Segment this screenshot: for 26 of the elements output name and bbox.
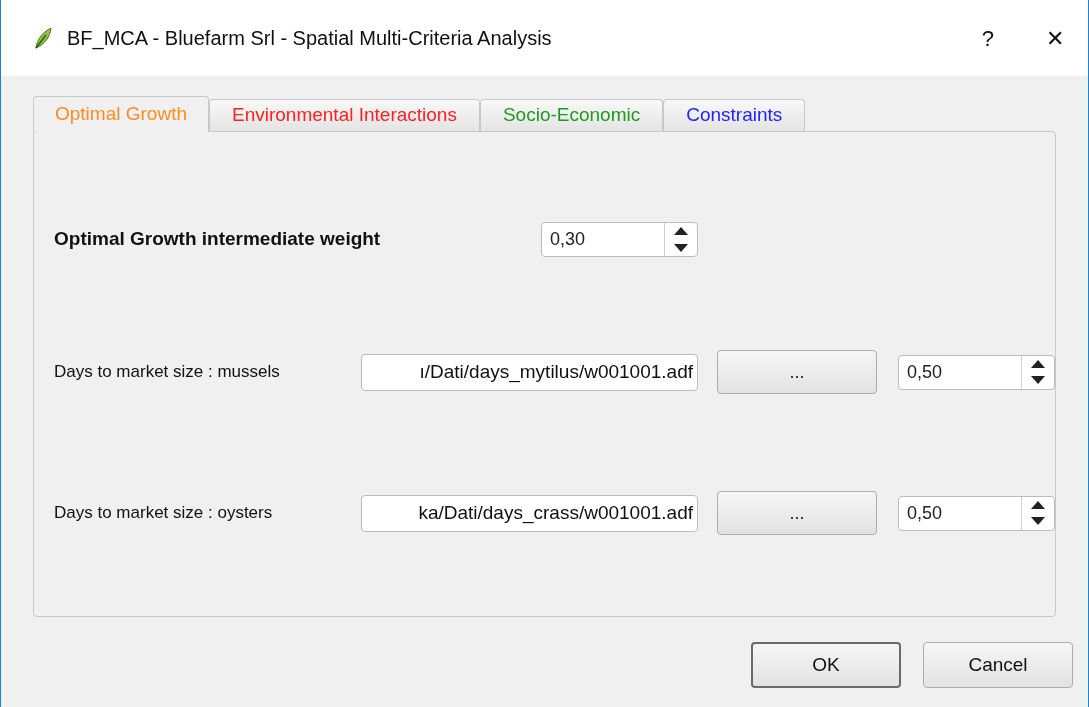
spin-value: 0,30 (549, 228, 587, 251)
row-label: Days to market size : oysters (54, 502, 274, 525)
window-title: BF_MCA - Bluefarm Srl - Spatial Multi-Criteria Analysis (67, 26, 552, 52)
weight-label: Optimal Growth intermediate weight (54, 227, 382, 252)
help-button[interactable]: ? (981, 21, 994, 55)
path-field[interactable]: ı/Dati/days_mytilus/w001001.adf (361, 353, 698, 391)
browse-button[interactable]: ... (717, 350, 877, 394)
row-label: Days to market size : mussels (54, 361, 281, 384)
up-arrow-icon[interactable] (1031, 500, 1045, 509)
spin-box[interactable]: 0,50 (898, 354, 1055, 390)
path-field[interactable]: ka/Dati/days_crass/w001001.adf (361, 494, 698, 532)
dialog-button[interactable]: Cancel (923, 642, 1073, 688)
tab[interactable]: Constraints (663, 99, 806, 131)
close-button[interactable]: ✕ (1046, 21, 1064, 55)
spin-value: 0,50 (906, 501, 944, 525)
leaf-icon (33, 27, 53, 49)
spin-box[interactable]: 0,30 (541, 222, 698, 257)
spin-box[interactable]: 0,50 (898, 495, 1055, 531)
browse-button[interactable]: ... (717, 491, 877, 535)
down-arrow-icon[interactable] (674, 243, 688, 252)
spin-value: 0,50 (906, 360, 944, 384)
dialog-button[interactable]: OK (751, 642, 901, 688)
down-arrow-icon[interactable] (1031, 376, 1045, 385)
up-arrow-icon[interactable] (1031, 359, 1045, 368)
down-arrow-icon[interactable] (1031, 517, 1045, 526)
up-arrow-icon[interactable] (674, 227, 688, 236)
